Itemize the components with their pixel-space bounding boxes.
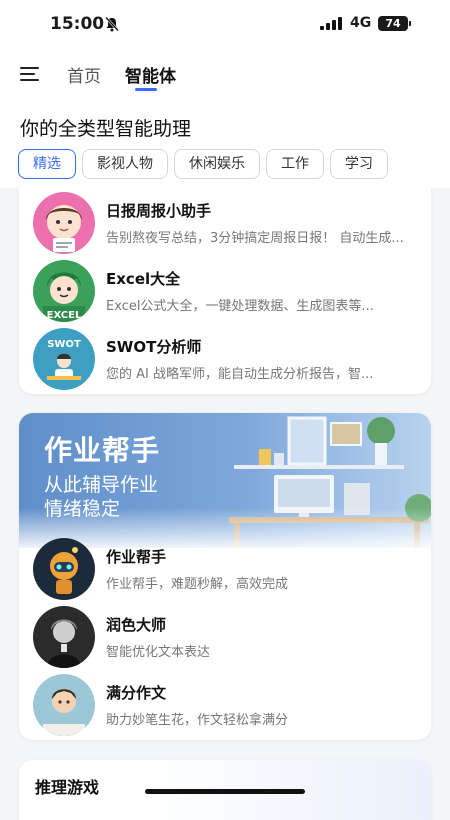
agent-title: 作业帮手 — [106, 548, 167, 566]
homework-section-card: 作业帮手 从此辅导作业 情绪稳定 作业帮手 作业帮手，难题秒解，高效完成 润色大… — [19, 413, 431, 740]
swot-avatar-label: SWOT — [47, 339, 81, 350]
chip-study[interactable]: 学习 — [330, 149, 388, 179]
chip-work[interactable]: 工作 — [266, 149, 324, 179]
homework-helper-avatar — [33, 538, 95, 600]
home-indicator[interactable] — [145, 789, 305, 794]
chip-leisure[interactable]: 休闲娱乐 — [174, 149, 260, 179]
banner-title: 作业帮手 — [44, 434, 161, 467]
polish-master-avatar — [33, 606, 95, 668]
menu-icon[interactable] — [20, 67, 39, 82]
category-chips: 精选 影视人物 休闲娱乐 工作 学习 — [18, 149, 450, 181]
agent-desc: 您的 AI 战略军师，能自动生成分析报告，智... — [106, 367, 374, 382]
full-score-essay-avatar — [33, 674, 95, 736]
page-subtitle: 你的全类型智能助理 — [20, 118, 192, 140]
chip-film-characters[interactable]: 影视人物 — [82, 149, 168, 179]
agent-title: SWOT分析师 — [106, 338, 202, 356]
agent-title: 满分作文 — [106, 684, 167, 702]
featured-agents-card: 日报周报小助手 告别熬夜写总结，3分钟搞定周报日报！ 自动生成... EXCEL… — [19, 186, 431, 394]
agent-item-excel[interactable]: EXCEL Excel大全 Excel公式大全，一键处理数据、生成图表等... — [19, 258, 431, 324]
agent-item-essay[interactable]: 满分作文 助力妙笔生花，作文轻松拿满分 — [19, 672, 431, 738]
status-bar: 15:00 4G 74 — [0, 0, 450, 48]
agent-desc: 助力妙笔生花，作文轻松拿满分 — [106, 713, 289, 728]
cellular-signal-icon — [320, 17, 342, 30]
chip-featured[interactable]: 精选 — [18, 149, 76, 179]
agent-item-homework[interactable]: 作业帮手 作业帮手，难题秒解，高效完成 — [19, 536, 431, 602]
agent-title: 日报周报小助手 — [106, 202, 212, 220]
mute-bell-icon — [105, 16, 119, 32]
agent-item-polish[interactable]: 润色大师 智能优化文本表达 — [19, 604, 431, 670]
swot-avatar: SWOT — [33, 328, 95, 390]
excel-avatar: EXCEL — [33, 260, 95, 322]
homework-banner[interactable]: 作业帮手 从此辅导作业 情绪稳定 — [19, 413, 431, 548]
category-header: 你的全类型智能助理 精选 影视人物 休闲娱乐 工作 学习 — [0, 100, 450, 188]
network-type: 4G — [350, 15, 372, 31]
report-assistant-avatar — [33, 192, 95, 254]
tab-agents[interactable]: 智能体 — [125, 62, 176, 91]
status-time: 15:00 — [50, 14, 105, 34]
agent-desc: 告别熬夜写总结，3分钟搞定周报日报！ 自动生成... — [106, 231, 404, 246]
battery-icon: 74 — [378, 16, 411, 31]
agent-desc: Excel公式大全，一键处理数据、生成图表等... — [106, 299, 374, 314]
banner-tagline-2: 情绪稳定 — [44, 498, 121, 520]
agent-title: 润色大师 — [106, 616, 167, 634]
excel-avatar-label: EXCEL — [47, 310, 82, 321]
banner-tagline-1: 从此辅导作业 — [44, 474, 159, 496]
agent-title: Excel大全 — [106, 270, 181, 288]
section-title: 推理游戏 — [35, 778, 100, 797]
top-nav: 首页 智能体 — [0, 48, 450, 100]
agent-desc: 智能优化文本表达 — [106, 645, 211, 660]
agent-item-swot[interactable]: SWOT SWOT分析师 您的 AI 战略军师，能自动生成分析报告，智... — [19, 326, 431, 392]
agent-desc: 作业帮手，难题秒解，高效完成 — [106, 577, 289, 592]
agent-item-report[interactable]: 日报周报小助手 告别熬夜写总结，3分钟搞定周报日报！ 自动生成... — [19, 190, 431, 256]
tab-home[interactable]: 首页 — [67, 62, 101, 87]
